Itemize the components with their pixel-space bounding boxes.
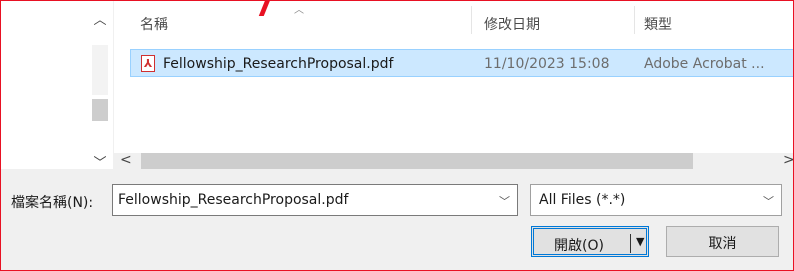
cancel-button-label: 取消 xyxy=(708,236,737,252)
pdf-file-icon: ⅄ xyxy=(141,55,155,72)
open-button-focus-ring: 開啟(O) ▼ xyxy=(533,228,647,255)
file-list-header: ︿ 名稱 修改日期 類型 xyxy=(114,1,793,35)
filename-value[interactable]: Fellowship_ResearchProposal.pdf xyxy=(118,192,348,208)
cancel-button[interactable]: 取消 xyxy=(666,226,779,257)
file-type-value: All Files (*.*) xyxy=(539,192,626,208)
filename-label: 檔案名稱(N): xyxy=(11,195,94,211)
sort-ascending-icon: ︿ xyxy=(294,5,304,16)
horizontal-scroll-thumb[interactable] xyxy=(141,153,693,169)
navigation-pane[interactable]: ︿ ﹀ xyxy=(1,1,113,171)
nav-scroll-track[interactable] xyxy=(92,45,108,95)
horizontal-scrollbar[interactable]: < > xyxy=(114,152,794,170)
scroll-left-icon[interactable]: < xyxy=(120,152,132,168)
chevron-down-icon[interactable]: ﹀ xyxy=(763,193,774,209)
column-divider[interactable] xyxy=(471,6,472,34)
open-button-label: 開啟(O) xyxy=(554,238,604,254)
scroll-up-icon[interactable]: ︿ xyxy=(90,9,110,28)
column-divider[interactable] xyxy=(634,6,635,34)
scroll-down-icon[interactable]: ﹀ xyxy=(90,152,110,171)
file-name: Fellowship_ResearchProposal.pdf xyxy=(163,56,394,72)
column-header-date-modified[interactable]: 修改日期 xyxy=(484,14,540,34)
filename-input[interactable]: Fellowship_ResearchProposal.pdf ﹀ xyxy=(112,184,518,216)
file-type: Adobe Acrobat ... xyxy=(644,56,765,72)
nav-scroll-thumb[interactable] xyxy=(92,99,108,121)
split-divider xyxy=(630,234,631,253)
nav-vertical-scrollbar[interactable]: ︿ ﹀ xyxy=(90,1,110,171)
chevron-down-icon[interactable]: ﹀ xyxy=(499,193,510,209)
file-type-select[interactable]: All Files (*.*) ﹀ xyxy=(530,184,782,216)
file-list-pane[interactable]: ︿ 名稱 修改日期 類型 ⅄ Fellowship_ResearchPropos… xyxy=(114,1,793,169)
column-header-name[interactable]: 名稱 xyxy=(140,14,168,34)
file-date-modified: 11/10/2023 15:08 xyxy=(484,56,610,72)
column-header-type[interactable]: 類型 xyxy=(644,14,672,34)
open-button[interactable]: 開啟(O) ▼ xyxy=(531,226,649,257)
file-row-selected[interactable]: ⅄ Fellowship_ResearchProposal.pdf 11/10/… xyxy=(130,49,793,77)
dropdown-arrow-icon[interactable]: ▼ xyxy=(636,235,644,248)
scroll-right-icon[interactable]: > xyxy=(783,152,794,168)
